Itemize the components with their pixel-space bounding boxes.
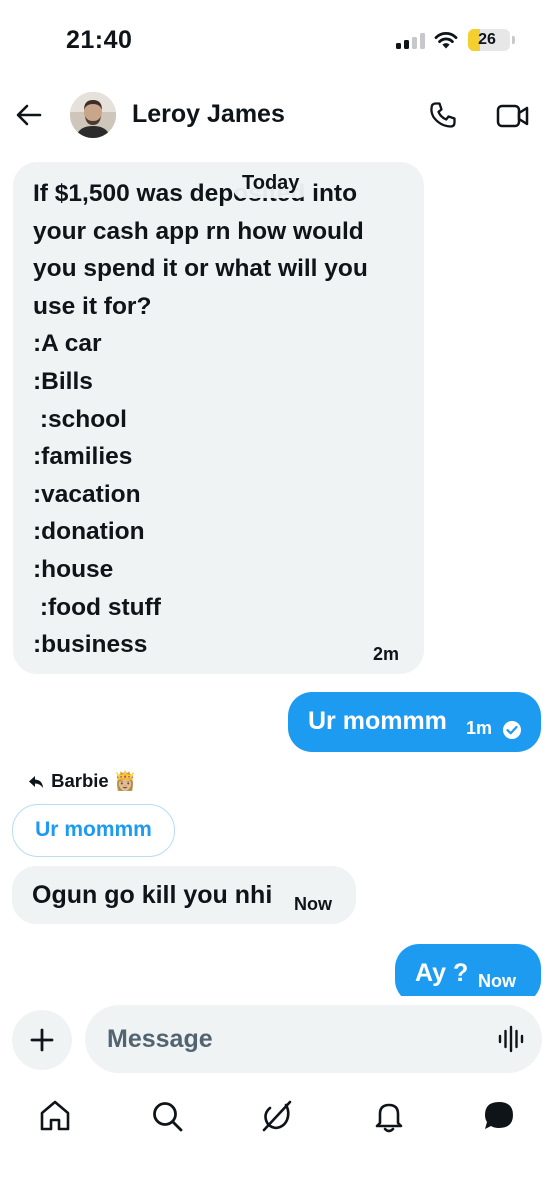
battery-indicator: 26 — [468, 29, 510, 51]
message-field[interactable] — [85, 1005, 542, 1073]
outgoing-message[interactable]: Ay ? Now — [395, 944, 541, 996]
grok-icon[interactable] — [259, 1098, 295, 1134]
status-bar: 21:40 26 — [0, 0, 554, 80]
incoming-message[interactable]: Ogun go kill you nhi Now — [12, 866, 356, 924]
message-timestamp: Now — [478, 971, 516, 991]
message-text: Ay ? — [415, 959, 469, 987]
video-icon[interactable] — [496, 102, 530, 130]
battery-level: 26 — [478, 31, 496, 48]
phone-icon[interactable] — [428, 100, 458, 130]
wifi-icon — [434, 32, 458, 49]
plus-icon — [30, 1028, 54, 1052]
check-icon — [503, 721, 521, 739]
add-attachment-button[interactable] — [12, 1010, 72, 1070]
avatar[interactable] — [70, 92, 116, 138]
message-timestamp: 2m — [373, 644, 400, 664]
battery-cap — [512, 36, 515, 44]
message-text: Ogun go kill you nhi — [32, 881, 273, 909]
bell-icon[interactable] — [371, 1098, 407, 1134]
date-separator: Today — [234, 168, 308, 198]
message-list[interactable]: If $1,500 was deposited into your cash a… — [0, 148, 554, 996]
message-input[interactable] — [107, 1019, 467, 1059]
contact-name[interactable]: Leroy James — [132, 100, 285, 129]
message-text: If $1,500 was deposited into your cash a… — [33, 180, 368, 659]
outgoing-message[interactable]: Ur mommm 1m — [288, 692, 541, 752]
home-icon[interactable] — [37, 1098, 73, 1134]
back-arrow-icon[interactable] — [14, 100, 44, 130]
search-icon[interactable] — [149, 1098, 185, 1134]
quoted-message[interactable]: Ur mommm — [12, 804, 175, 857]
signal-icon — [396, 33, 426, 49]
bottom-navigation — [0, 1084, 554, 1154]
message-timestamp: 1m — [466, 718, 493, 738]
message-text: Ur mommm — [308, 707, 447, 735]
message-timestamp: Now — [294, 894, 332, 914]
messages-icon[interactable] — [481, 1098, 517, 1134]
reply-icon — [29, 776, 43, 789]
reply-context: Barbie 👸🏼 — [28, 770, 137, 792]
conversation-header: Leroy James — [0, 84, 554, 148]
incoming-message[interactable]: If $1,500 was deposited into your cash a… — [13, 162, 424, 674]
reply-author: Barbie 👸🏼 — [51, 770, 137, 791]
voice-icon[interactable] — [498, 1025, 524, 1053]
status-time: 21:40 — [66, 26, 133, 54]
composer — [0, 1000, 554, 1076]
